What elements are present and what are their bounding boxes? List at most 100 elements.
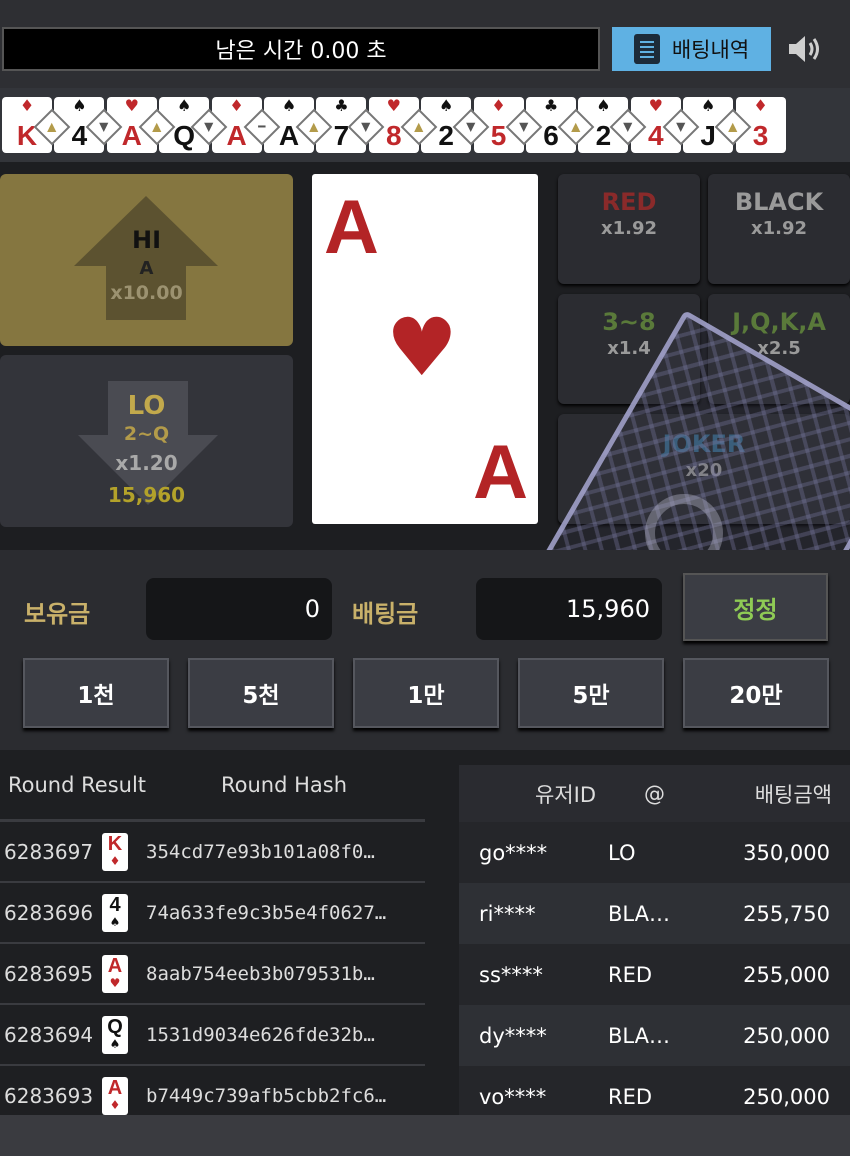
- round-id: 6283697: [4, 839, 94, 864]
- user-bet-row: go**** LO 350,000: [459, 822, 850, 883]
- suit-icon: ♠: [72, 96, 87, 115]
- suit-icon: ♦: [753, 96, 768, 115]
- black-odds: x1.92: [750, 218, 808, 239]
- user-pick: BLA…: [608, 901, 670, 926]
- suit-icon: ♠: [177, 96, 192, 115]
- round-hash: 354cd77e93b101a08f0…: [146, 840, 375, 863]
- hi-odds: x10.00: [110, 282, 183, 304]
- bet-amount-field: 15,960: [476, 578, 662, 640]
- suit-icon: ♦: [229, 96, 244, 115]
- suit-icon: ♠: [439, 96, 454, 115]
- suit-icon: ♦: [491, 96, 506, 115]
- red-odds: x1.92: [600, 218, 658, 239]
- speaker-icon[interactable]: [786, 32, 826, 66]
- user-bet-amount: 350,000: [743, 840, 830, 865]
- suit-icon: ♥: [386, 96, 401, 115]
- hi-bet-button[interactable]: HI A x10.00: [0, 174, 293, 346]
- user-id: go****: [479, 840, 548, 865]
- red-label: RED: [601, 188, 657, 216]
- suit-icon: ♥: [648, 96, 663, 115]
- lo-bet-amount: 15,960: [107, 483, 186, 507]
- round-id: 6283693: [4, 1083, 94, 1108]
- bet-panel: 보유금 0 배팅금 15,960 정정 1천 5천 1만 5만 20만: [0, 550, 850, 750]
- jqka-label: J,Q,K,A: [732, 308, 826, 336]
- suit-icon: ♠: [701, 96, 716, 115]
- round-result-column-header: Round Result: [8, 772, 147, 797]
- round-result-row[interactable]: 6283694 Q ♠ 1531d9034e626fde32b…: [0, 1005, 425, 1066]
- user-pick: LO: [608, 840, 636, 865]
- suit-icon: ♠: [281, 96, 297, 115]
- round-id: 6283696: [4, 900, 94, 925]
- user-id-column-header: 유저ID: [534, 782, 596, 807]
- round-result-row[interactable]: 6283697 K ♦ 354cd77e93b101a08f0…: [0, 822, 425, 883]
- remaining-time-display: 남은 시간 0.00 초: [2, 27, 600, 71]
- black-bet-button[interactable]: BLACK x1.92: [708, 174, 850, 284]
- user-bets-header: 유저ID @ 배팅금액: [459, 765, 850, 822]
- amount-column-header: 배팅금액: [754, 782, 832, 807]
- chip-10k-button[interactable]: 1만: [353, 658, 499, 728]
- suit-icon: ♠: [596, 96, 611, 115]
- result-card: 4 ♠: [102, 893, 128, 932]
- tables-area: Round Result Round Hash 6283697 K ♦ 354cd77…: [0, 750, 850, 1115]
- balance-label: 보유금: [24, 600, 91, 628]
- lo-bet-button[interactable]: LO 2~Q x1.20 15,960: [0, 355, 293, 527]
- chip-5k-button[interactable]: 5천: [188, 658, 334, 728]
- user-bet-amount: 250,000: [743, 1023, 830, 1048]
- pick-column-header: @: [644, 781, 665, 806]
- hi-range: A: [139, 258, 154, 279]
- result-card-rank: 4: [109, 893, 121, 916]
- result-card-rank: A: [107, 1076, 123, 1099]
- chip-200k-button[interactable]: 20만: [683, 658, 829, 728]
- result-card: K ♦: [102, 832, 128, 871]
- top-bar: 남은 시간 0.00 초 배팅내역: [0, 0, 850, 88]
- user-bet-row: dy**** BLA… 250,000: [459, 1005, 850, 1066]
- round-id: 6283695: [4, 961, 94, 986]
- result-suit-icon: ♠: [109, 914, 121, 929]
- document-icon: [633, 34, 660, 64]
- result-card-rank: Q: [107, 1015, 123, 1038]
- card-history-strip: ♦ K ♠ 4 ♥ A ♠ Q ♦ A ♠ A ♣ 7 ♥ 8 ♠ 2 ♦ 5 ♣ 6 ♠ 2 ♥ 4 ♠ J ♦ 3 ▲ ▼ ▲ ▼ ━ ▲ ▼ ▲ ▼ ▼…: [0, 88, 850, 162]
- round-hash: 74a633fe9c3b5e4f0627…: [146, 901, 387, 924]
- user-id: ss****: [479, 962, 543, 987]
- user-id: ri****: [479, 901, 536, 926]
- user-bet-amount: 250,000: [743, 1084, 830, 1109]
- round-result-header: Round Result Round Hash: [0, 750, 425, 822]
- current-card-rank-top: A: [324, 185, 379, 270]
- user-bet-row: vo**** RED 250,000: [459, 1066, 850, 1115]
- suit-icon: ♣: [334, 96, 349, 115]
- round-result-row[interactable]: 6283693 A ♦ b7449c739afb5cbb2fc6…: [0, 1066, 425, 1115]
- lo-odds: x1.20: [115, 451, 178, 475]
- play-area: HI A x10.00 LO 2~Q x1.20 15,960 A ♥ A RE…: [0, 162, 850, 745]
- bottom-nav-bar: [0, 1115, 850, 1156]
- betting-history-button[interactable]: 배팅내역: [612, 27, 771, 71]
- user-bet-row: ri**** BLA… 255,750: [459, 883, 850, 944]
- round-id: 6283694: [4, 1022, 94, 1047]
- user-bet-amount: 255,000: [743, 962, 830, 987]
- round-result-table: Round Result Round Hash 6283697 K ♦ 354cd77…: [0, 750, 425, 1115]
- round-result-row[interactable]: 6283696 4 ♠ 74a633fe9c3b5e4f0627…: [0, 883, 425, 944]
- black-label: BLACK: [734, 188, 824, 216]
- round-hash: b7449c739afb5cbb2fc6…: [146, 1084, 387, 1107]
- bet-amount-label: 배팅금: [352, 600, 419, 628]
- heart-suit-icon: ♥: [386, 301, 458, 394]
- chip-1k-button[interactable]: 1천: [23, 658, 169, 728]
- lo-range: 2~Q: [123, 423, 170, 445]
- round-hash: 8aab754eeb3b079531b…: [146, 962, 375, 985]
- round-result-row[interactable]: 6283695 A ♥ 8aab754eeb3b079531b…: [0, 944, 425, 1005]
- round-hash: 1531d9034e626fde32b…: [146, 1023, 375, 1046]
- balance-field: 0: [146, 578, 332, 640]
- lo-label: LO: [127, 391, 166, 421]
- user-pick: RED: [608, 962, 653, 987]
- suit-icon: ♦: [19, 96, 35, 115]
- user-bet-row: ss**** RED 255,000: [459, 944, 850, 1005]
- result-suit-icon: ♥: [109, 975, 121, 990]
- current-card-rank-bottom: A: [473, 430, 528, 515]
- chip-50k-button[interactable]: 5만: [518, 658, 664, 728]
- correct-button[interactable]: 정정: [683, 573, 828, 641]
- result-suit-icon: ♠: [109, 1036, 121, 1051]
- user-pick: BLA…: [608, 1023, 670, 1048]
- round-hash-column-header: Round Hash: [221, 772, 348, 797]
- red-bet-button[interactable]: RED x1.92: [558, 174, 700, 284]
- suit-icon: ♥: [124, 96, 139, 115]
- result-card-rank: K: [107, 832, 123, 855]
